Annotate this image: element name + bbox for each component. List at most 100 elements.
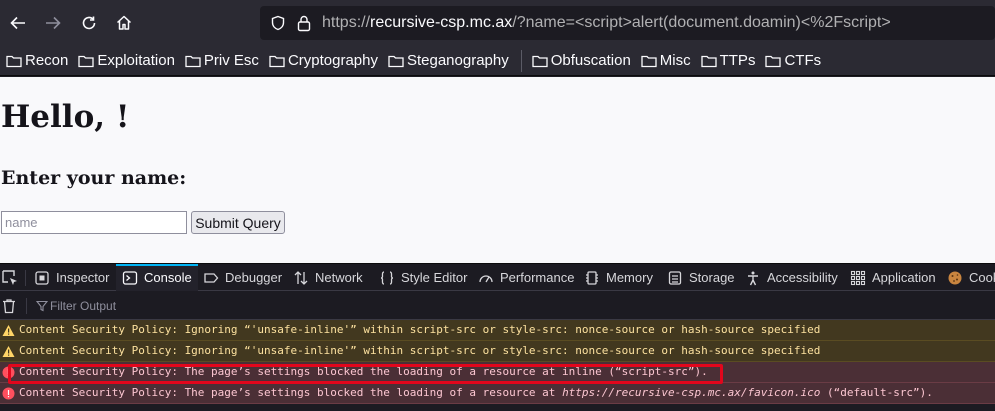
tracking-protection-shield-icon[interactable] (270, 15, 286, 31)
home-button[interactable] (106, 5, 142, 41)
bookmark-label: Cryptography (287, 52, 378, 69)
devtools-tab-performance[interactable]: Performance (478, 264, 574, 291)
reload-icon (82, 16, 96, 30)
filter-icon (36, 300, 48, 312)
error-icon (2, 387, 15, 400)
console-message-text: Content Security Policy: The page’s sett… (19, 386, 933, 399)
warning-icon (2, 346, 15, 357)
tab-label: Inspector (56, 270, 110, 285)
tab-label: Storage (689, 270, 735, 285)
tab-label: Cook (969, 270, 995, 285)
devtools-tab-network[interactable]: Network (293, 264, 363, 291)
page-content: Hello, ! Enter your name: Submit Query (0, 77, 995, 263)
reload-button[interactable] (71, 5, 107, 41)
storage-icon (668, 270, 682, 285)
forward-button[interactable] (35, 5, 71, 41)
devtools-tab-inspector[interactable]: Inspector (34, 264, 109, 291)
warning-icon (2, 325, 15, 336)
folder-icon (185, 55, 201, 67)
folder-icon (78, 55, 95, 67)
error-icon (2, 366, 15, 379)
bookmark-folder-cryptography[interactable]: Cryptography (269, 52, 378, 69)
bookmark-label: Misc (659, 52, 691, 69)
console-message-warning[interactable]: Content Security Policy: Ignoring “'unsa… (0, 320, 995, 341)
memory-icon (586, 270, 598, 285)
inspector-icon (35, 270, 49, 285)
folder-icon (700, 55, 717, 67)
bookmark-label: Priv Esc (203, 52, 259, 69)
lock-icon[interactable] (296, 14, 312, 32)
bookmark-folder-misc[interactable]: Misc (641, 52, 691, 69)
bookmarks-toolbar: Recon Exploitation Priv Esc Cryptography… (0, 46, 995, 76)
console-message-text: Content Security Policy: Ignoring “'unsa… (19, 323, 821, 336)
devtools-tab-memory[interactable]: Memory (584, 264, 653, 291)
url-prefix: https:// (322, 14, 371, 31)
tab-label: Application (872, 270, 936, 285)
bookmark-label: Exploitation (97, 52, 175, 69)
filter-output-input[interactable] (50, 298, 450, 314)
devtools-tab-style-editor[interactable]: Style Editor (379, 264, 467, 291)
application-icon (850, 270, 866, 285)
devtools-tab-accessibility[interactable]: Accessibility (745, 264, 838, 291)
tab-label: Performance (500, 270, 575, 285)
tab-separator (25, 270, 26, 286)
name-input[interactable] (1, 211, 187, 234)
folder-icon (765, 55, 782, 67)
bookmark-label: Obfuscation (550, 52, 631, 69)
element-picker-icon[interactable] (0, 268, 20, 288)
devtools-tab-cookie[interactable]: Cook (947, 264, 995, 291)
tab-label: Debugger (225, 270, 283, 285)
url-bar[interactable]: https://recursive-csp.mc.ax/?name=<scrip… (260, 6, 995, 40)
console-icon (122, 270, 138, 285)
devtools-tab-storage[interactable]: Storage (667, 264, 735, 291)
url-text[interactable]: https://recursive-csp.mc.ax/?name=<scrip… (322, 14, 891, 32)
page-heading: Hello, ! (1, 99, 130, 135)
console-filter-bar (0, 292, 995, 320)
console-message-error[interactable]: Content Security Policy: The page’s sett… (0, 362, 995, 383)
bookmark-folder-ttps[interactable]: TTPs (700, 52, 755, 69)
folder-icon (6, 55, 22, 67)
forward-arrow-icon (46, 16, 61, 30)
console-message-text: Content Security Policy: Ignoring “'unsa… (19, 344, 821, 357)
bookmark-folder-ctfs[interactable]: CTFs (765, 52, 821, 69)
console-message-warning[interactable]: Content Security Policy: Ignoring “'unsa… (0, 341, 995, 362)
bookmark-folder-exploitation[interactable]: Exploitation (78, 52, 175, 69)
folder-icon (641, 55, 657, 67)
bookmark-folder-priv-esc[interactable]: Priv Esc (185, 52, 259, 69)
browser-toolbar: https://recursive-csp.mc.ax/?name=<scrip… (0, 0, 995, 46)
tab-label: Accessibility (767, 270, 838, 285)
style-editor-icon (380, 270, 394, 285)
accessibility-icon (748, 271, 758, 285)
network-icon (294, 270, 308, 285)
folder-icon (388, 55, 404, 67)
back-button[interactable] (0, 5, 36, 41)
bookmark-folder-obfuscation[interactable]: Obfuscation (532, 52, 631, 69)
folder-icon (532, 55, 548, 67)
back-arrow-icon (10, 16, 25, 30)
tab-label: Style Editor (401, 270, 468, 285)
console-message-error[interactable]: Content Security Policy: The page’s sett… (0, 383, 995, 404)
cookie-icon (948, 271, 962, 284)
submit-query-button[interactable]: Submit Query (191, 211, 285, 234)
home-icon (116, 15, 132, 30)
devtools-tab-application[interactable]: Application (850, 264, 936, 291)
message-text-before: Content Security Policy: The page’s sett… (19, 386, 563, 399)
devtools-tab-bar: Inspector Console Debugger Network Style… (0, 263, 995, 291)
tab-label: Console (144, 270, 192, 285)
tab-label: Network (315, 270, 363, 285)
url-path: /?name=<script>alert(document.doamin)<%2… (512, 14, 891, 31)
trash-icon[interactable] (2, 298, 16, 314)
message-resource-link[interactable]: https://recursive-csp.mc.ax/favicon.ico (562, 386, 820, 399)
bookmark-folder-recon[interactable]: Recon (6, 52, 68, 69)
bookmark-separator (520, 49, 522, 72)
tab-label: Memory (606, 270, 653, 285)
bookmark-label: Steganography (406, 52, 509, 69)
devtools-tab-console[interactable]: Console (116, 264, 198, 291)
performance-icon (479, 274, 493, 282)
name-prompt: Enter your name: (1, 167, 187, 189)
bookmark-label: Recon (25, 52, 69, 69)
message-text-after: (“default-src”). (820, 386, 933, 399)
bookmark-folder-steganography[interactable]: Steganography (388, 52, 509, 69)
devtools-tab-debugger[interactable]: Debugger (203, 264, 282, 291)
bookmark-label: CTFs (784, 52, 822, 69)
